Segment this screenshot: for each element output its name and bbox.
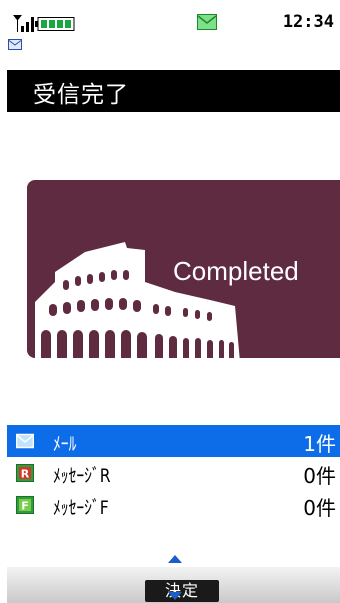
confirm-softkey[interactable]: 決定 — [145, 580, 219, 602]
phone-screen: 12:34 受信完了 Completed ﾒｰﾙ 1件 R ﾒｯｾｰｼﾞR 0件… — [7, 10, 340, 603]
list-item-count: 0件 — [303, 496, 336, 520]
battery-icon — [35, 17, 75, 31]
list-item-label: ﾒｰﾙ — [53, 433, 77, 455]
svg-text:F: F — [21, 500, 29, 513]
page-title: 受信完了 — [33, 82, 129, 108]
completed-text: Completed — [173, 256, 299, 286]
list-item-count: 0件 — [303, 464, 336, 488]
r-badge-icon: R — [16, 464, 34, 482]
title-bar: 受信完了 — [7, 70, 340, 112]
list-item-count: 1件 — [303, 432, 336, 456]
signal-antenna-icon — [13, 15, 34, 32]
f-badge-icon: F — [16, 496, 34, 514]
list-item-message-r[interactable]: R ﾒｯｾｰｼﾞR 0件 — [7, 457, 340, 489]
completed-banner: Completed — [27, 180, 340, 358]
scroll-down-arrow-icon — [168, 592, 182, 600]
mail-notification-icon — [197, 14, 217, 30]
message-type-list: ﾒｰﾙ 1件 R ﾒｯｾｰｼﾞR 0件 F ﾒｯｾｰｼﾞF 0件 — [7, 425, 340, 521]
status-bar: 12:34 — [7, 10, 340, 36]
list-item-mail[interactable]: ﾒｰﾙ 1件 — [7, 425, 340, 457]
mail-icon — [16, 433, 34, 449]
scroll-up-arrow-icon — [168, 555, 182, 563]
list-item-message-f[interactable]: F ﾒｯｾｰｼﾞF 0件 — [7, 489, 340, 521]
list-item-label: ﾒｯｾｰｼﾞR — [53, 465, 111, 487]
list-item-label: ﾒｯｾｰｼﾞF — [53, 497, 109, 519]
svg-text:R: R — [21, 468, 30, 481]
clock: 12:34 — [282, 12, 334, 32]
mail-indicator-icon — [8, 39, 22, 50]
